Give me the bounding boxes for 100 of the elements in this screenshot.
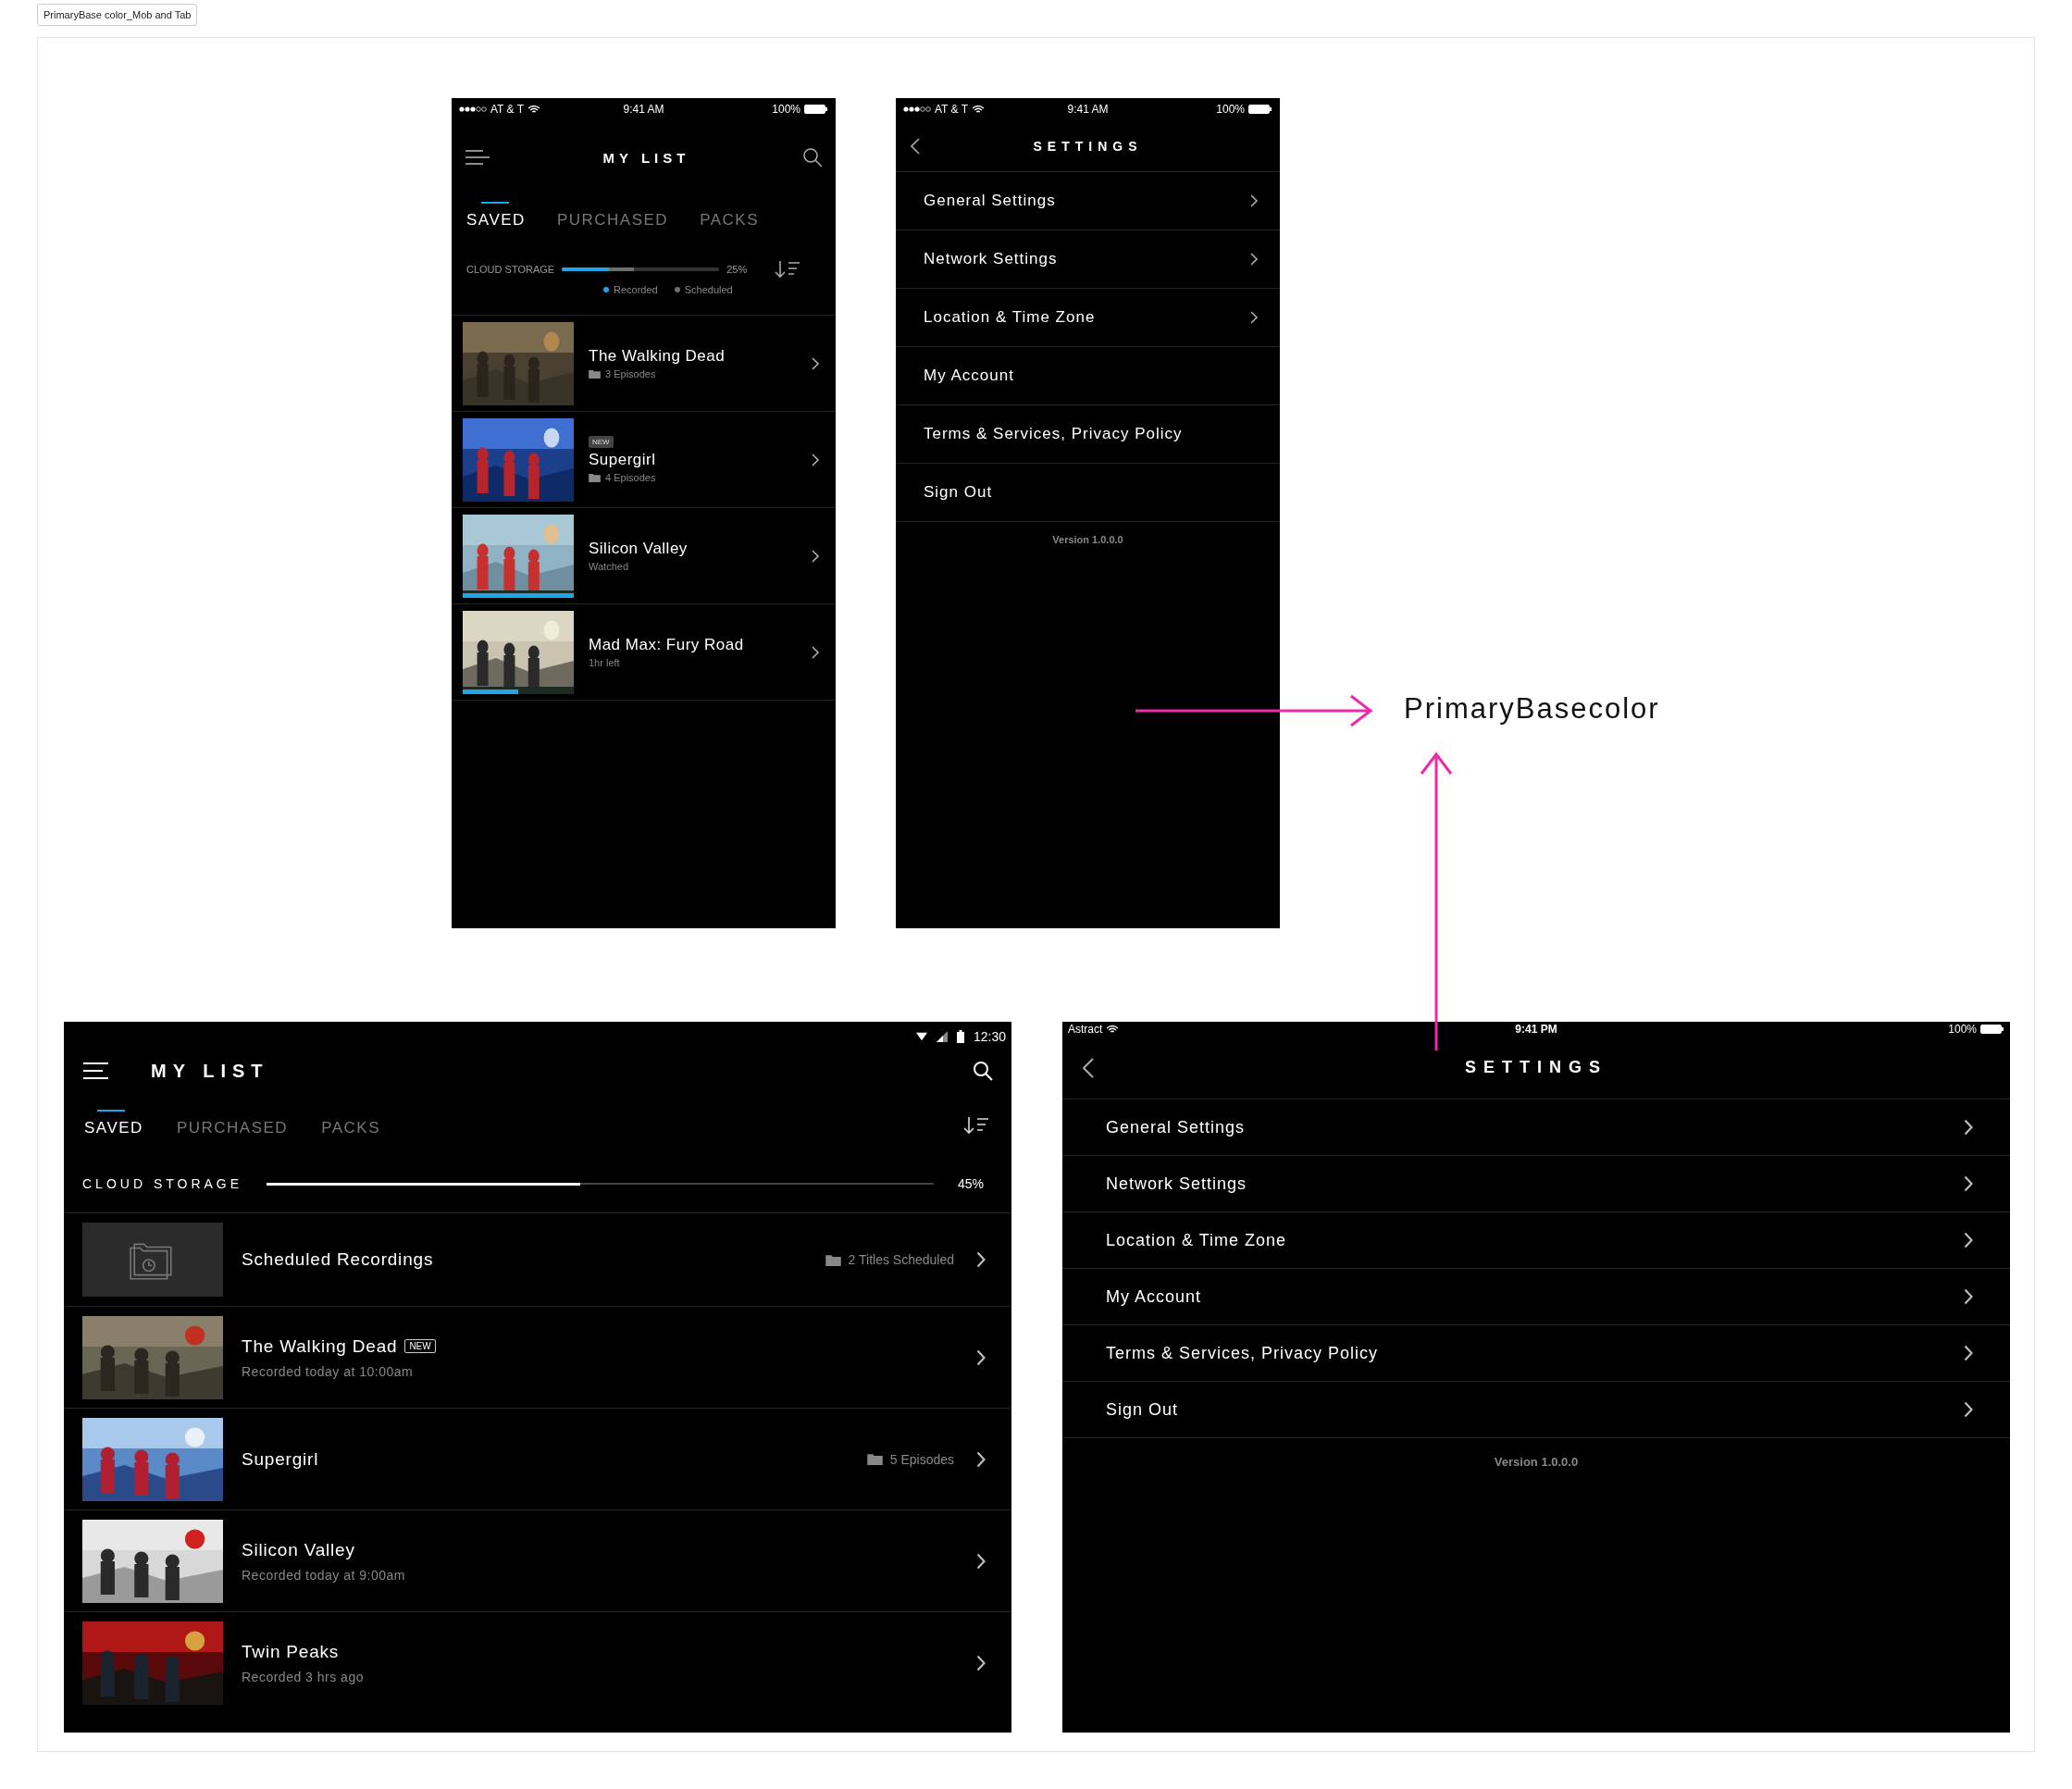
settings-item[interactable]: Network Settings [896, 230, 1280, 289]
settings-label: General Settings [1106, 1117, 1246, 1137]
list-item[interactable]: Twin Peaks Recorded 3 hrs ago [64, 1612, 1011, 1714]
tab[interactable]: SAVED [84, 1110, 143, 1141]
settings-item[interactable]: General Settings [896, 172, 1280, 230]
search-icon[interactable] [802, 147, 823, 168]
settings-item[interactable]: General Settings [1062, 1099, 2010, 1156]
chevron-icon [812, 645, 819, 659]
chevron-icon [812, 549, 819, 563]
settings-item[interactable]: Sign Out [896, 464, 1280, 522]
settings-label: Network Settings [924, 250, 1058, 268]
signal-icon [903, 106, 931, 113]
status-time: 9:41 PM [1515, 1023, 1557, 1036]
item-title: The Walking Dead [242, 1336, 398, 1357]
item-title: Silicon Valley [242, 1539, 355, 1560]
item-meta: 2 Titles Scheduled [848, 1252, 954, 1267]
legend-label: Scheduled [684, 284, 733, 295]
list-item[interactable]: Mad Max: Fury Road 1hr left [452, 604, 836, 701]
storage-percent: 45% [957, 1176, 984, 1191]
item-subtitle: 1hr left [589, 657, 620, 668]
settings-label: General Settings [924, 192, 1056, 210]
item-subtitle: Recorded 3 hrs ago [242, 1670, 365, 1684]
item-title: Silicon Valley [589, 540, 688, 558]
back-icon[interactable] [911, 137, 920, 155]
item-title: The Walking Dead [589, 347, 726, 366]
tab[interactable]: PURCHASED [176, 1110, 289, 1141]
item-meta: 5 Episodes [889, 1451, 954, 1467]
search-icon[interactable] [973, 1061, 993, 1081]
settings-label: Terms & Services, Privacy Policy [1106, 1343, 1379, 1363]
list-item[interactable]: The Walking Dead 3 Episodes [452, 316, 836, 412]
list-item[interactable]: NEW Supergirl 4 Episodes [452, 412, 836, 508]
item-subtitle: 3 Episodes [605, 368, 656, 379]
tab[interactable]: SAVED [466, 202, 526, 233]
settings-label: Network Settings [1106, 1174, 1247, 1194]
list-item[interactable]: Silicon Valley Watched [452, 508, 836, 604]
chevron-icon [976, 1655, 986, 1671]
tab[interactable]: PACKS [321, 1110, 380, 1141]
battery-icon [1980, 1025, 2004, 1034]
new-badge: NEW [404, 1339, 436, 1353]
list-item[interactable]: Supergirl 5 Episodes [64, 1409, 1011, 1510]
settings-item[interactable]: Location & Time Zone [1062, 1212, 2010, 1269]
new-badge: NEW [589, 436, 614, 448]
settings-item[interactable]: Location & Time Zone [896, 289, 1280, 347]
battery-percent: 100% [1216, 103, 1245, 116]
back-icon[interactable] [1083, 1057, 1094, 1078]
battery-icon [956, 1030, 964, 1043]
sort-icon[interactable] [775, 260, 801, 279]
carrier-name: Astract [1068, 1023, 1103, 1036]
signal-icon [936, 1031, 948, 1042]
item-subtitle: Recorded today at 10:00am [242, 1363, 415, 1379]
status-time: 9:41 AM [623, 103, 664, 116]
tab[interactable]: PACKS [700, 202, 759, 233]
screen-title: SETTINGS [1465, 1058, 1607, 1077]
battery-percent: 100% [772, 103, 800, 116]
item-title: Twin Peaks [242, 1642, 340, 1662]
item-title: Mad Max: Fury Road [589, 636, 744, 654]
battery-icon [1248, 105, 1272, 114]
storage-percent: 25% [726, 264, 748, 275]
settings-label: Location & Time Zone [924, 308, 1096, 327]
screen-title: MY LIST [602, 149, 690, 166]
chevron-icon [976, 1251, 986, 1268]
settings-item[interactable]: Network Settings [1062, 1156, 2010, 1212]
version-text: Version 1.0.0.0 [1051, 534, 1124, 545]
legend-label: Recorded [614, 284, 658, 295]
status-time: 12:30 [973, 1029, 1006, 1044]
status-time: 9:41 AM [1067, 103, 1109, 116]
item-title: Supergirl [242, 1448, 319, 1470]
storage-label: CLOUD STORAGE [466, 264, 555, 275]
tab[interactable]: PURCHASED [556, 202, 669, 233]
item-title: Supergirl [589, 451, 656, 469]
settings-item[interactable]: My Account [1062, 1269, 2010, 1325]
battery-icon [804, 105, 828, 114]
settings-item[interactable]: Terms & Services, Privacy Policy [1062, 1325, 2010, 1382]
settings-item[interactable]: Terms & Services, Privacy Policy [896, 405, 1280, 464]
folder-icon [866, 1453, 883, 1465]
settings-item[interactable]: Sign Out [1062, 1382, 2010, 1438]
screen-title: MY LIST [151, 1060, 270, 1082]
screen-title: SETTINGS [1033, 138, 1143, 154]
list-item[interactable]: Scheduled Recordings 2 Titles Scheduled [64, 1213, 1011, 1307]
annotation-label: PrimaryBasecolor [1404, 692, 1660, 726]
settings-item[interactable]: My Account [896, 347, 1280, 405]
folder-icon [825, 1253, 841, 1266]
storage-label: CLOUD STORAGE [82, 1176, 243, 1191]
chevron-icon [812, 453, 819, 466]
item-subtitle: 4 Episodes [605, 472, 656, 483]
settings-label: My Account [1106, 1286, 1202, 1307]
item-title: Scheduled Recordings [242, 1249, 434, 1270]
settings-label: My Account [924, 366, 1014, 385]
list-item[interactable]: Silicon Valley Recorded today at 9:00am [64, 1510, 1011, 1612]
chevron-icon [812, 356, 819, 370]
settings-label: Location & Time Zone [1106, 1230, 1287, 1250]
menu-icon[interactable] [465, 149, 490, 166]
item-subtitle: Watched [589, 561, 628, 572]
chevron-icon [976, 1552, 986, 1570]
signal-icon [459, 106, 487, 113]
settings-label: Sign Out [1106, 1399, 1179, 1420]
chevron-icon [976, 1450, 986, 1468]
list-item[interactable]: The Walking Dead NEW Recorded today at 10:00am [64, 1307, 1011, 1409]
board-label: PrimaryBase color_Mob and Tab [37, 4, 198, 26]
chevron-icon [976, 1348, 986, 1366]
